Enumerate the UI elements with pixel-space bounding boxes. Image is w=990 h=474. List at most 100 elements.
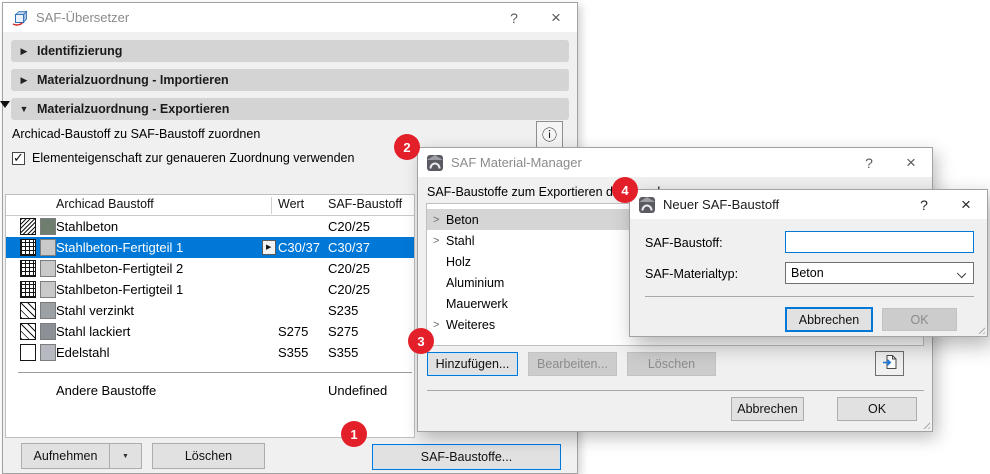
expander-icon[interactable] [433, 319, 445, 331]
table-row[interactable]: Stahlbeton C20/25 [6, 216, 414, 237]
mapping-description: Archicad-Baustoff zu SAF-Baustoff zuordn… [12, 127, 260, 141]
table-row[interactable]: Stahl verzinkt S235 [6, 300, 414, 321]
table-row[interactable]: Edelstahl S355 S355 [6, 342, 414, 363]
stray-arrow-marker [0, 101, 10, 108]
color-swatch [40, 281, 56, 298]
import-materials-button[interactable] [875, 351, 904, 376]
archicad-icon [427, 155, 443, 171]
loeschen-button[interactable]: Löschen [152, 443, 265, 469]
expander-arrow-icon [11, 46, 37, 57]
pattern-icon [20, 302, 36, 319]
info-button[interactable]: ⓘ [536, 121, 563, 148]
wert-flyout-button[interactable] [262, 240, 276, 255]
dialog-title: SAF Material-Manager [451, 155, 582, 170]
loeschen-button[interactable]: Löschen [627, 352, 716, 376]
other-materials-row[interactable]: Andere Baustoffe Undefined [6, 381, 414, 402]
section-label: Materialzuordnung - Importieren [37, 73, 229, 87]
color-swatch [40, 344, 56, 361]
saf-translator-titlebar[interactable]: SAF-Übersetzer ? × [3, 3, 577, 32]
wert-value: C30/37 [278, 240, 320, 255]
saf-baustoffe-button[interactable]: SAF-Baustoffe... [372, 444, 561, 470]
pattern-icon [20, 239, 36, 256]
saf-material-value: S355 [328, 345, 358, 360]
saf-material-value: S275 [328, 324, 358, 339]
expander-icon[interactable] [433, 214, 445, 226]
table-row[interactable]: Stahlbeton-Fertigteil 1 C30/37 C30/37 [6, 237, 414, 258]
help-button[interactable]: ? [903, 190, 945, 219]
list-item-label: Mauerwerk [446, 297, 508, 311]
saf-material-value: C20/25 [328, 261, 370, 276]
column-header-archicad: Archicad Baustoff [56, 197, 154, 211]
other-materials-value: Undefined [328, 383, 387, 398]
pattern-icon [20, 323, 36, 340]
help-button[interactable]: ? [493, 3, 535, 32]
table-row[interactable]: Stahlbeton-Fertigteil 1 C20/25 [6, 279, 414, 300]
color-swatch [40, 302, 56, 319]
saf-baustoff-input[interactable] [785, 231, 974, 253]
help-button[interactable]: ? [848, 148, 890, 177]
screenshot-root: SAF-Übersetzer ? × Identifizierung Mater… [0, 0, 990, 474]
abbrechen-button[interactable]: Abbrechen [785, 307, 873, 332]
section-label: Identifizierung [37, 44, 122, 58]
color-swatch [40, 323, 56, 340]
table-row[interactable]: Stahlbeton-Fertigteil 2 C20/25 [6, 258, 414, 279]
aufnehmen-dropdown-icon[interactable] [109, 444, 141, 468]
material-name: Stahlbeton-Fertigteil 1 [56, 282, 183, 297]
step-annotation-1: 1 [341, 421, 367, 447]
expander-icon[interactable] [433, 235, 445, 247]
step-annotation-4: 4 [612, 177, 638, 203]
close-icon[interactable]: × [535, 3, 577, 32]
accordion-section-header[interactable]: Materialzuordnung - Exportieren [11, 98, 569, 120]
saf-material-value: C20/25 [328, 282, 370, 297]
accordion-section-header[interactable]: Identifizierung [11, 40, 569, 62]
abbrechen-button[interactable]: Abbrechen [731, 397, 804, 421]
material-manager-titlebar[interactable]: SAF Material-Manager ? × [418, 148, 932, 177]
saf-translator-icon [12, 10, 28, 26]
expander-arrow-icon [11, 75, 37, 86]
element-property-checkbox-row: Elementeigenschaft zur genaueren Zuordnu… [12, 151, 354, 165]
other-materials-label: Andere Baustoffe [56, 383, 156, 398]
pattern-icon [20, 260, 36, 277]
saf-baustoff-label: SAF-Baustoff: [645, 236, 723, 250]
saf-materialtyp-label: SAF-Materialtyp: [645, 267, 738, 281]
close-icon[interactable]: × [890, 148, 932, 177]
ok-button[interactable]: OK [882, 308, 957, 331]
close-icon[interactable]: × [945, 190, 987, 219]
hinzufuegen-button[interactable]: Hinzufügen... [427, 352, 518, 376]
list-item-label: Weiteres [446, 318, 495, 332]
material-name: Edelstahl [56, 345, 109, 360]
column-header-saf: SAF-Baustoff [328, 197, 402, 211]
new-material-titlebar[interactable]: Neuer SAF-Baustoff ? × [630, 190, 987, 219]
accordion: Identifizierung Materialzuordnung - Impo… [11, 40, 569, 120]
selected-type-value: Beton [791, 266, 824, 280]
color-swatch [40, 260, 56, 277]
aufnehmen-split-button[interactable]: Aufnehmen [21, 443, 142, 469]
pattern-icon [20, 281, 36, 298]
column-header-wert: Wert [278, 197, 304, 211]
saf-material-value: S235 [328, 303, 358, 318]
checkbox[interactable] [12, 152, 25, 165]
resize-grip[interactable] [921, 420, 930, 429]
separator [645, 296, 974, 297]
new-saf-material-dialog: Neuer SAF-Baustoff ? × SAF-Baustoff: SAF… [629, 189, 988, 337]
section-label: Materialzuordnung - Exportieren [37, 102, 229, 116]
resize-grip[interactable] [976, 325, 985, 334]
pattern-icon [20, 218, 36, 235]
table-row[interactable]: Stahl lackiert S275 S275 [6, 321, 414, 342]
accordion-section-header[interactable]: Materialzuordnung - Importieren [11, 69, 569, 91]
material-name: Stahlbeton [56, 219, 118, 234]
saf-material-value: C30/37 [328, 240, 370, 255]
ok-button[interactable]: OK [837, 397, 917, 421]
material-mapping-table: Archicad Baustoff Wert SAF-Baustoff Stah… [5, 194, 415, 438]
separator [427, 390, 924, 391]
step-annotation-3: 3 [408, 328, 434, 354]
color-swatch [40, 218, 56, 235]
step-annotation-2: 2 [394, 134, 420, 160]
aufnehmen-button[interactable]: Aufnehmen [22, 449, 109, 463]
saf-materialtyp-select[interactable]: Beton [785, 262, 974, 284]
table-separator [18, 372, 412, 373]
pattern-icon [20, 344, 36, 361]
bearbeiten-button[interactable]: Bearbeiten... [528, 352, 617, 376]
info-icon: ⓘ [542, 124, 557, 145]
material-name: Stahlbeton-Fertigteil 1 [56, 240, 183, 255]
